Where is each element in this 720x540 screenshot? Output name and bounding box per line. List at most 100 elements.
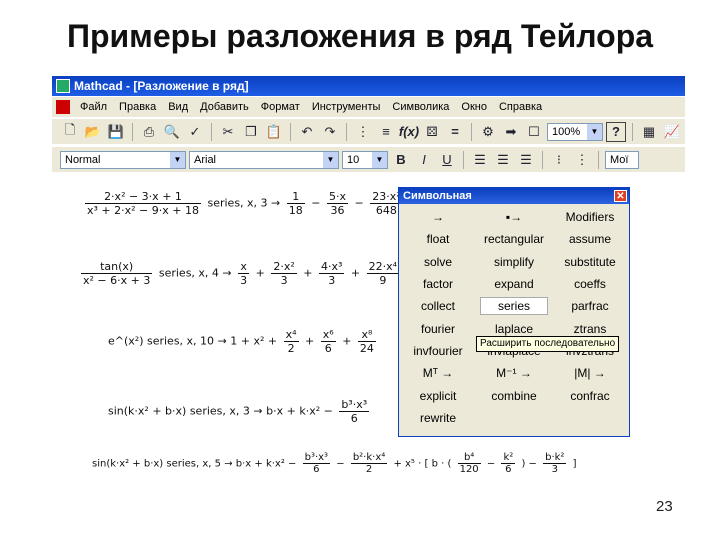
chevron-down-icon[interactable]: ▼ [323, 151, 338, 168]
operator: + [255, 266, 265, 280]
fraction: tan(x) x² − 6·x + 3 [81, 260, 153, 287]
operator: − [336, 458, 345, 470]
component-icon[interactable]: ⚙ [478, 122, 498, 142]
palette-button-confrac[interactable]: confrac [552, 384, 628, 406]
expression: 1 + x² + [230, 334, 278, 348]
palette-button-expand[interactable]: expand [476, 273, 552, 295]
document-menu-icon[interactable] [56, 100, 70, 114]
palette-button-modifiers[interactable]: Modifiers [552, 206, 628, 228]
calculator-toolbar-icon[interactable]: ▦ [639, 122, 659, 142]
palette-button-explicit[interactable]: explicit [400, 384, 476, 406]
palette-button-series[interactable]: series [480, 297, 548, 316]
underline-button[interactable]: U [437, 150, 457, 170]
fraction: b⁴ 120 [457, 452, 481, 475]
palette-button-keyword-eval[interactable]: ▪→ [476, 206, 552, 228]
close-icon[interactable]: ✕ [614, 190, 627, 202]
bracket: ] [572, 458, 577, 470]
font-value: Arial [194, 153, 217, 166]
help-icon[interactable]: ? [606, 121, 626, 142]
undo-icon[interactable]: ↶ [297, 122, 317, 142]
new-document-icon[interactable]: 🗋 [60, 122, 80, 142]
print-icon[interactable]: ⎙ [139, 122, 159, 142]
operator: − [354, 196, 364, 210]
align-icon[interactable]: ⋮ [353, 122, 373, 142]
font-select[interactable]: Arial ▼ [189, 150, 339, 169]
chevron-down-icon[interactable]: ▼ [170, 151, 185, 168]
region-icon[interactable]: ☐ [524, 122, 544, 142]
menu-view[interactable]: Вид [162, 101, 194, 113]
align-down-icon[interactable]: ≡ [376, 122, 396, 142]
denominator: 18 [288, 204, 303, 217]
menu-format[interactable]: Формат [255, 101, 306, 113]
numbering-icon[interactable]: ⋮ [572, 150, 592, 170]
equation-5[interactable]: sin(k·x² + b·x) series, x, 5 → b·x + k·x… [92, 452, 577, 475]
insert-unit-icon[interactable]: ⚄ [422, 122, 442, 142]
redo-icon[interactable]: ↷ [320, 122, 340, 142]
palette-button-simplify[interactable]: simplify [476, 251, 552, 273]
open-icon[interactable]: 📂 [83, 122, 103, 142]
numerator: 4·x³ [319, 260, 345, 274]
font-size-value: 10 [347, 153, 360, 166]
style2-select[interactable]: Мої [605, 150, 639, 169]
align-right-icon[interactable]: ☰ [516, 150, 536, 170]
resource-icon[interactable]: ➡ [501, 122, 521, 142]
cut-icon[interactable]: ✂ [218, 122, 238, 142]
equation-3[interactable]: e^(x²) series, x, 10 → 1 + x² + x⁴ 2 + x… [108, 328, 379, 355]
palette-titlebar[interactable]: Символьная ✕ [399, 188, 629, 204]
menu-symbolics[interactable]: Символика [386, 101, 455, 113]
series-tooltip: Расширить последовательно [476, 336, 620, 352]
menu-help[interactable]: Справка [493, 101, 548, 113]
palette-button-inverse[interactable]: M⁻¹ → [476, 362, 552, 384]
spellcheck-icon[interactable]: ✓ [185, 122, 205, 142]
palette-button-factor[interactable]: factor [400, 273, 476, 295]
menu-insert[interactable]: Добавить [194, 101, 255, 113]
zoom-select[interactable]: 100% ▼ [547, 122, 603, 141]
palette-button-parfrac[interactable]: parfrac [552, 295, 628, 317]
equation-1[interactable]: 2·x² − 3·x + 1 x³ + 2·x² − 9·x + 18 seri… [82, 190, 406, 217]
equation-4[interactable]: sin(k·x² + b·x) series, x, 3 → b·x + k·x… [108, 398, 372, 425]
window-titlebar[interactable]: Mathcad - [Разложение в ряд] [52, 76, 685, 96]
italic-button[interactable]: I [414, 150, 434, 170]
equation-2[interactable]: tan(x) x² − 6·x + 3 series, x, 4 → x 3 +… [78, 260, 402, 287]
chevron-down-icon[interactable]: ▼ [372, 151, 387, 168]
insert-function-icon[interactable]: f(x) [399, 122, 419, 142]
font-size-select[interactable]: 10 ▼ [342, 150, 388, 169]
palette-button-substitute[interactable]: substitute [552, 251, 628, 273]
align-center-icon[interactable]: ☰ [493, 150, 513, 170]
save-icon[interactable]: 💾 [106, 122, 126, 142]
palette-button-rectangular[interactable]: rectangular [476, 228, 552, 250]
fraction: k² 6 [501, 452, 516, 475]
palette-button-determinant[interactable]: |M| → [552, 362, 628, 384]
bold-button[interactable]: B [391, 150, 411, 170]
palette-button-fourier[interactable]: fourier [400, 317, 476, 339]
bullets-icon[interactable]: ⁝ [549, 150, 569, 170]
operator: + [350, 266, 361, 280]
toolbar-separator [463, 150, 464, 169]
fraction: x⁸ 24 [357, 328, 376, 355]
menu-edit[interactable]: Правка [113, 101, 162, 113]
palette-button-solve[interactable]: solve [400, 251, 476, 273]
menu-tools[interactable]: Инструменты [306, 101, 387, 113]
chevron-down-icon[interactable]: ▼ [587, 123, 602, 140]
palette-button-combine[interactable]: combine [476, 384, 552, 406]
copy-icon[interactable]: ❐ [241, 122, 261, 142]
graph-toolbar-icon[interactable]: 📈 [662, 122, 682, 142]
print-preview-icon[interactable]: 🔍 [162, 122, 182, 142]
palette-button-invfourier[interactable]: invfourier [400, 340, 476, 362]
fraction: x⁴ 2 [283, 328, 299, 355]
palette-button-symbolic-eval[interactable]: → [400, 206, 476, 228]
menu-file[interactable]: Файл [74, 101, 113, 113]
palette-button-assume[interactable]: assume [552, 228, 628, 250]
palette-button-coeffs[interactable]: coeffs [552, 273, 628, 295]
palette-button-rewrite[interactable]: rewrite [400, 407, 476, 429]
style-select[interactable]: Normal ▼ [60, 150, 186, 169]
numerator: 22·x⁴ [366, 260, 400, 274]
arrow-symbol: → [271, 196, 281, 210]
calculate-icon[interactable]: = [445, 122, 465, 142]
align-left-icon[interactable]: ☰ [470, 150, 490, 170]
palette-button-transpose[interactable]: Mᵀ → [400, 362, 476, 384]
paste-icon[interactable]: 📋 [264, 122, 284, 142]
palette-button-float[interactable]: float [400, 228, 476, 250]
palette-button-collect[interactable]: collect [400, 295, 476, 317]
menu-window[interactable]: Окно [455, 101, 493, 113]
